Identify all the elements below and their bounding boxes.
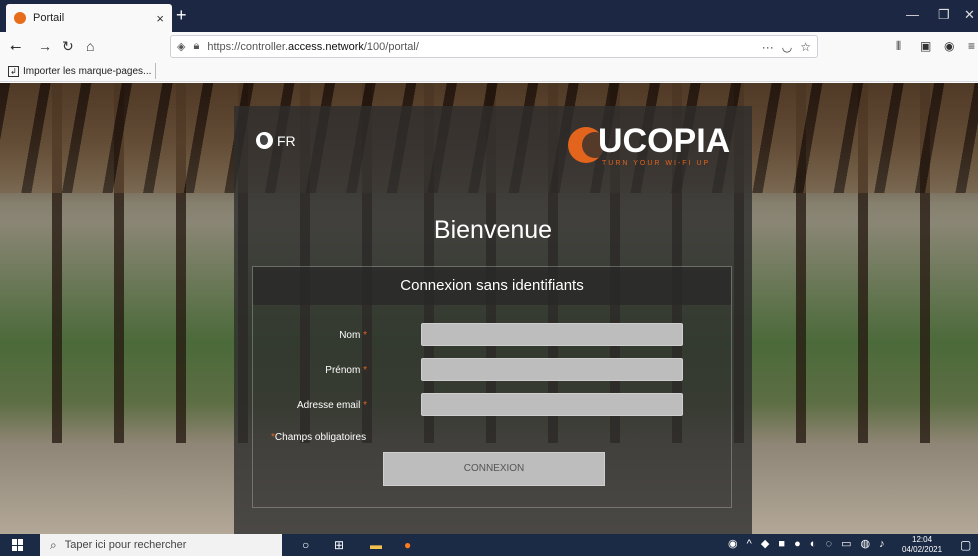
taskbar-clock[interactable]: 12:04 04/02/2021: [902, 535, 942, 555]
close-window-icon[interactable]: ✕: [964, 7, 975, 23]
new-tab-button[interactable]: +: [176, 5, 187, 25]
windows-taskbar: ⌕ Taper ici pour rechercher ○ ⊞ ▬ ● ◉ ^ …: [0, 534, 978, 556]
login-form: Connexion sans identifiants Nom * Prénom…: [252, 266, 732, 508]
browser-navbar: ⭠ → ↻ ⌂ ◈ 🔒︎ https://controller.access.n…: [0, 32, 978, 60]
import-icon: ↲: [8, 65, 19, 77]
library-icon[interactable]: ⫴: [896, 37, 901, 55]
reload-icon[interactable]: ↻: [62, 37, 74, 55]
menu-icon[interactable]: ≡: [968, 37, 975, 55]
brand-tagline: TURN YOUR WI-FI UP: [602, 160, 711, 167]
cortana-icon[interactable]: ○: [302, 537, 309, 553]
welcome-heading: Bienvenue: [433, 216, 553, 244]
import-bookmarks-link[interactable]: ↲ Importer les marque-pages...: [8, 63, 157, 79]
tab-title: Portail: [33, 12, 65, 24]
lock-icon[interactable]: 🔒︎: [193, 40, 199, 53]
ucopia-logo: UCOPIA TURN YOUR WI-FI UP: [568, 122, 738, 168]
tracking-shield-icon[interactable]: ◈: [177, 40, 185, 53]
close-tab-icon[interactable]: ×: [156, 12, 164, 25]
bookmarks-toolbar: ↲ Importer les marque-pages...: [0, 60, 978, 82]
prenom-input[interactable]: [421, 358, 683, 381]
nom-input[interactable]: [421, 323, 683, 346]
globe-icon: [256, 132, 273, 149]
sidebar-icon[interactable]: ▣: [920, 37, 931, 55]
home-icon[interactable]: ⌂: [86, 37, 94, 55]
minimize-window-icon[interactable]: —: [906, 7, 919, 23]
url-text[interactable]: https://controller.access.network/100/po…: [207, 41, 753, 53]
back-icon[interactable]: ⭠: [10, 37, 21, 55]
taskbar-search-placeholder: Taper ici pour rechercher: [64, 539, 187, 551]
task-view-icon[interactable]: ⊞: [334, 537, 344, 553]
forward-icon[interactable]: →: [38, 37, 52, 55]
login-panel: FR UCOPIA TURN YOUR WI-FI UP Bienvenue C…: [234, 106, 752, 534]
prenom-label: Prénom *: [325, 365, 367, 376]
import-bookmarks-label: Importer les marque-pages...: [23, 65, 152, 77]
required-fields-note: *Champs obligatoires: [271, 432, 367, 443]
restore-window-icon[interactable]: ❐: [938, 7, 950, 23]
browser-titlebar: Portail × + — ❐ ✕: [0, 0, 978, 32]
brand-name: UCOPIA: [598, 122, 731, 160]
ucopia-favicon-icon: [14, 12, 26, 24]
clock-date: 04/02/2021: [902, 545, 943, 554]
form-title: Connexion sans identifiants: [253, 267, 731, 305]
nom-label: Nom *: [339, 330, 367, 341]
pocket-icon[interactable]: ◡: [782, 40, 792, 54]
system-tray-icons[interactable]: ◉ ^ ◆ ■ ● ◐ ◌ ▭ ◍ ♪: [728, 537, 888, 550]
firefox-icon[interactable]: ●: [404, 537, 411, 553]
search-icon: ⌕: [50, 537, 57, 552]
email-input[interactable]: [421, 393, 683, 416]
portal-page: FR UCOPIA TURN YOUR WI-FI UP Bienvenue C…: [0, 83, 978, 534]
page-actions-icon[interactable]: ···: [762, 40, 774, 54]
bookmark-star-icon[interactable]: ☆: [800, 40, 811, 54]
windows-start-icon[interactable]: [12, 539, 24, 551]
language-label: FR: [277, 132, 296, 149]
notifications-icon[interactable]: ▢: [960, 537, 971, 553]
address-bar[interactable]: ◈ 🔒︎ https://controller.access.network/1…: [170, 35, 818, 58]
language-selector[interactable]: FR: [256, 132, 296, 149]
account-icon[interactable]: ◉: [944, 37, 954, 55]
clock-time: 12:04: [912, 535, 933, 544]
email-label: Adresse email *: [296, 400, 367, 411]
tab-portail[interactable]: Portail ×: [6, 4, 172, 32]
taskbar-search[interactable]: ⌕ Taper ici pour rechercher: [40, 534, 282, 556]
file-explorer-icon[interactable]: ▬: [370, 537, 382, 553]
connexion-button[interactable]: CONNEXION: [383, 452, 605, 486]
